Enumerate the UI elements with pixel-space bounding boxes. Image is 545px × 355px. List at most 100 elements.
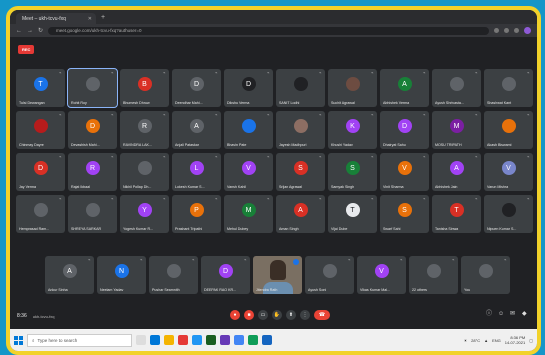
clock-date: 14-07-2021 xyxy=(504,340,526,345)
participant-tile[interactable]: ⌁ Bhavin Pate xyxy=(224,111,273,149)
url-field[interactable]: meet.google.com/ukh-tcvu-fxq?authuser=0 xyxy=(48,26,489,35)
participant-tile[interactable]: ⌁ Jayesh Madhpuri xyxy=(276,111,325,149)
participant-tile[interactable]: D ⌁ Deendhar Mahi... xyxy=(172,69,221,107)
participant-tile[interactable]: D ⌁ Jay Verma xyxy=(16,153,65,191)
participant-tile[interactable]: V ⌁ Vikas Kumar Mal... xyxy=(357,256,406,294)
participant-tile[interactable]: R ⌁ Rajat Ikbaal xyxy=(68,153,117,191)
profile-avatar[interactable] xyxy=(524,27,531,34)
participant-name: Tanisha Sinwa xyxy=(435,227,459,231)
people-icon[interactable]: ☺ xyxy=(498,311,505,318)
participant-tile[interactable]: ⌁ Ayush Soni xyxy=(305,256,354,294)
participant-tile[interactable]: ⌁ You xyxy=(461,256,510,294)
participant-tile[interactable]: ⌁ Hemprasad Ram... xyxy=(16,195,65,233)
taskbar-search-input[interactable]: ⌕ Type here to search xyxy=(27,333,132,347)
participant-tile[interactable]: Jitendra Rath xyxy=(253,256,302,294)
camera-off-button[interactable]: ■ xyxy=(244,310,254,320)
participant-tile[interactable]: D ⌁ Devashish Mahi... xyxy=(68,111,117,149)
participant-tile[interactable]: N ⌁ Neelam Yadav xyxy=(97,256,146,294)
app-icon[interactable] xyxy=(206,335,216,345)
participant-tile[interactable]: S ⌁ Samyak Singh xyxy=(328,153,377,191)
participant-tile[interactable]: Y ⌁ Yogesh Kumar R... xyxy=(120,195,169,233)
participant-tile[interactable]: M ⌁ MOSU TRIPATH xyxy=(432,111,481,149)
participant-tile[interactable]: ⌁ Nipuen Kumar S... xyxy=(484,195,533,233)
participant-tile[interactable]: A ⌁ Aman Singh xyxy=(276,195,325,233)
participant-tile[interactable]: T ⌁ Tanisha Sinwa xyxy=(432,195,481,233)
activities-icon[interactable]: ◆ xyxy=(522,311,529,318)
file-explorer-icon[interactable] xyxy=(164,335,174,345)
extension-icon[interactable] xyxy=(494,28,499,33)
back-icon[interactable]: ← xyxy=(16,28,22,34)
notification-icon[interactable]: ▢ xyxy=(529,338,533,343)
extension-icon[interactable] xyxy=(514,28,519,33)
participant-tile[interactable]: ⌁ SHREYA SARKAR xyxy=(68,195,117,233)
store-icon[interactable] xyxy=(192,335,202,345)
windows-start-icon[interactable] xyxy=(14,335,23,345)
recording-badge: REC xyxy=(18,45,35,54)
participant-tile[interactable]: ⌁ SANIT Lodhi xyxy=(276,69,325,107)
participant-avatar: A xyxy=(62,264,77,278)
participant-tile[interactable]: ⌁ Ayush Shrivasta... xyxy=(432,69,481,107)
participant-tile[interactable]: D ⌁ Dikshu Verma xyxy=(224,69,273,107)
participant-tile[interactable]: R ⌁ RAVINDRA LAK... xyxy=(120,111,169,149)
participant-tile[interactable]: ⌁ Pushar Seamnith xyxy=(149,256,198,294)
meeting-code: ukh-tcvu-fxq xyxy=(32,313,55,319)
participant-tile[interactable]: ⌁ Rohit Roy xyxy=(67,68,118,108)
participant-tile[interactable]: D ⌁ DEEPAK RAO KR... xyxy=(201,256,250,294)
participant-tile[interactable]: ⌁ 22 others xyxy=(409,256,458,294)
participant-tile[interactable]: B ⌁ Bhumesh Dhruw xyxy=(120,69,169,107)
participant-grid: T ⌁ Tulsi Dewangan ⌁ Rohit Roy B ⌁ Bhumesh Dhru… xyxy=(16,68,536,233)
taskbar-clock[interactable]: 8:36 PM 14-07-2021 xyxy=(505,335,525,345)
participant-tile[interactable]: A ⌁ Abhishek Jain xyxy=(432,153,481,191)
participant-name: You xyxy=(464,288,471,292)
participant-tile[interactable]: D ⌁ Dhairyat Sahu xyxy=(380,111,429,149)
mic-off-button[interactable]: ● xyxy=(230,310,240,320)
participant-tile[interactable]: ⌁ Shashwat Kant xyxy=(484,69,533,107)
present-button[interactable]: ⬆ xyxy=(286,310,296,320)
mic-muted-icon: ⌁ xyxy=(348,257,351,262)
app-icon[interactable] xyxy=(248,335,258,345)
participant-tile[interactable]: L ⌁ Lokesh Kumar S... xyxy=(172,153,221,191)
participant-tile[interactable]: ⌁ Nikhil Pollap Dh... xyxy=(120,153,169,191)
participant-tile[interactable]: K ⌁ Khushi Yadav xyxy=(328,111,377,149)
participant-tile[interactable]: P ⌁ Prashant Tripathi xyxy=(172,195,221,233)
participant-tile[interactable]: V ⌁ Varun Mishra xyxy=(484,153,533,191)
vscode-icon[interactable] xyxy=(220,335,230,345)
mic-muted-icon: ⌁ xyxy=(88,257,91,262)
participant-tile[interactable]: ⌁ Chinmay Dayre xyxy=(16,111,65,149)
close-tab-icon[interactable]: ✕ xyxy=(88,16,92,22)
participant-video xyxy=(269,260,286,280)
chat-icon[interactable]: ✉ xyxy=(510,311,517,318)
participant-tile[interactable]: M ⌁ Mehul Dubey xyxy=(224,195,273,233)
participant-tile[interactable]: V ⌁ Vansh Kahil xyxy=(224,153,273,191)
app-icon[interactable] xyxy=(178,335,188,345)
raise-hand-button[interactable]: ✋ xyxy=(272,310,282,320)
participant-tile[interactable]: ⌁ Akash Biswami xyxy=(484,111,533,149)
browser-tab[interactable]: Meet – ukh-tcvu-fxq ✕ xyxy=(16,13,96,24)
participant-tile[interactable]: S ⌁ Srijan Agrawal xyxy=(276,153,325,191)
chrome-icon[interactable] xyxy=(234,335,244,345)
mic-muted-icon: ⌁ xyxy=(244,257,247,262)
leave-call-button[interactable]: ☎ xyxy=(314,310,330,320)
app-icon[interactable] xyxy=(262,335,272,345)
extension-icon[interactable] xyxy=(504,28,509,33)
wifi-icon[interactable]: ▲ xyxy=(484,338,488,343)
forward-icon[interactable]: → xyxy=(27,28,33,34)
captions-button[interactable]: ▭ xyxy=(258,310,268,320)
edge-icon[interactable] xyxy=(150,335,160,345)
reload-icon[interactable]: ↻ xyxy=(38,27,43,34)
new-tab-icon[interactable]: + xyxy=(101,14,105,21)
participant-tile[interactable]: ⌁ Suchit Agrawal xyxy=(328,69,377,107)
participant-tile[interactable]: A ⌁ Abhishek Verma xyxy=(380,69,429,107)
participant-tile[interactable]: S ⌁ Swarf Sahi xyxy=(380,195,429,233)
participant-tile[interactable]: A ⌁ Ankur Sinha xyxy=(45,256,94,294)
participant-tile[interactable]: T ⌁ Vijai Dube xyxy=(328,195,377,233)
mic-muted-icon: ⌁ xyxy=(267,154,270,159)
language[interactable]: ENG xyxy=(492,338,501,343)
info-icon[interactable]: ⓘ xyxy=(486,311,493,318)
more-options-button[interactable]: ⋮ xyxy=(300,310,310,320)
participant-tile[interactable]: T ⌁ Tulsi Dewangan xyxy=(16,69,65,107)
participant-tile[interactable]: V ⌁ Vinit Sharma xyxy=(380,153,429,191)
participant-avatar: V xyxy=(397,161,412,175)
task-view-icon[interactable] xyxy=(136,335,146,345)
participant-tile[interactable]: A ⌁ Anjali Pataskar xyxy=(172,111,221,149)
